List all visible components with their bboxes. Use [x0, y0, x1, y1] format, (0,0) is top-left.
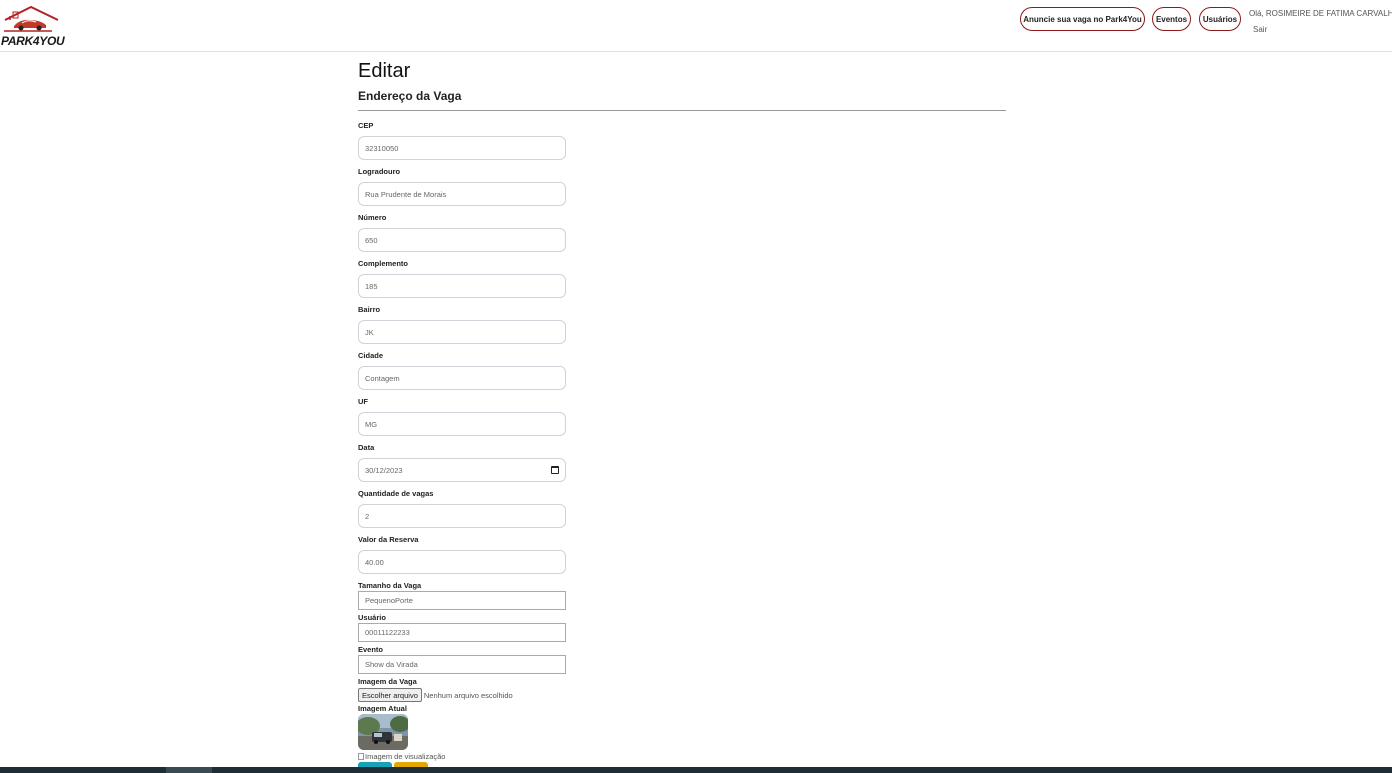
events-button[interactable]: Eventos [1152, 7, 1191, 31]
calendar-icon[interactable] [551, 466, 559, 474]
date-value: 30/12/2023 [365, 465, 403, 475]
preview-alt-text: Imagem de visualização [365, 752, 446, 761]
usuario-select[interactable]: 00011122233 [358, 623, 566, 642]
bairro-label: Bairro [358, 305, 381, 314]
tamanho-label: Tamanho da Vaga [358, 581, 422, 590]
bairro-input[interactable] [358, 320, 566, 344]
imagem-label: Imagem da Vaga [358, 677, 417, 686]
imagem-atual-label: Imagem Atual [358, 704, 407, 713]
data-label: Data [358, 443, 375, 452]
uf-label: UF [358, 397, 368, 406]
section-title: Endereço da Vaga [358, 89, 462, 103]
logout-link[interactable]: Sair [1253, 25, 1267, 34]
tamanho-select[interactable]: PequenoPorte [358, 591, 566, 610]
evento-value: Show da Virada [365, 660, 418, 669]
quantidade-label: Quantidade de vagas [358, 489, 434, 498]
complemento-label: Complemento [358, 259, 409, 268]
logradouro-input[interactable] [358, 182, 566, 206]
announce-spot-button[interactable]: Anuncie sua vaga no Park4You [1020, 7, 1145, 31]
cidade-label: Cidade [358, 351, 384, 360]
complemento-input[interactable] [358, 274, 566, 298]
top-navbar: PARK4YOU Anuncie sua vaga no Park4You Ev… [0, 0, 1392, 52]
section-divider [358, 110, 1006, 111]
page-title: Editar [358, 60, 411, 82]
logo-house-car-icon [4, 5, 59, 32]
preview-image-alt: Imagem de visualização [358, 752, 445, 761]
valor-input[interactable] [358, 550, 566, 574]
cep-label: CEP [358, 121, 374, 130]
evento-label: Evento [358, 645, 384, 654]
quantidade-input[interactable] [358, 504, 566, 528]
choose-file-button[interactable]: Escolher arquivo [358, 688, 422, 702]
tamanho-value: PequenoPorte [365, 596, 413, 605]
taskbar-active-tab[interactable] [166, 767, 212, 773]
current-image-thumbnail [358, 714, 408, 750]
file-status: Nenhum arquivo escolhido [423, 690, 513, 700]
numero-input[interactable] [358, 228, 566, 252]
date-input[interactable]: 30/12/2023 [358, 458, 566, 482]
file-input[interactable]: Escolher arquivo Nenhum arquivo escolhid… [358, 688, 513, 702]
park4you-logo[interactable]: PARK4YOU [0, 4, 65, 48]
cidade-input[interactable] [358, 366, 566, 390]
valor-label: Valor da Reserva [358, 535, 419, 544]
logradouro-label: Logradouro [358, 167, 401, 176]
uf-input[interactable] [358, 412, 566, 436]
evento-select[interactable]: Show da Virada [358, 655, 566, 674]
broken-image-icon [358, 753, 364, 760]
user-greeting: Olá, ROSIMEIRE DE FATIMA CARVALHO [1249, 9, 1392, 18]
usuario-value: 00011122233 [365, 628, 410, 637]
cep-input[interactable] [358, 136, 566, 160]
users-button[interactable]: Usuários [1199, 7, 1241, 31]
usuario-label: Usuário [358, 613, 386, 622]
logo-text: PARK4YOU [1, 34, 65, 48]
numero-label: Número [358, 213, 387, 222]
